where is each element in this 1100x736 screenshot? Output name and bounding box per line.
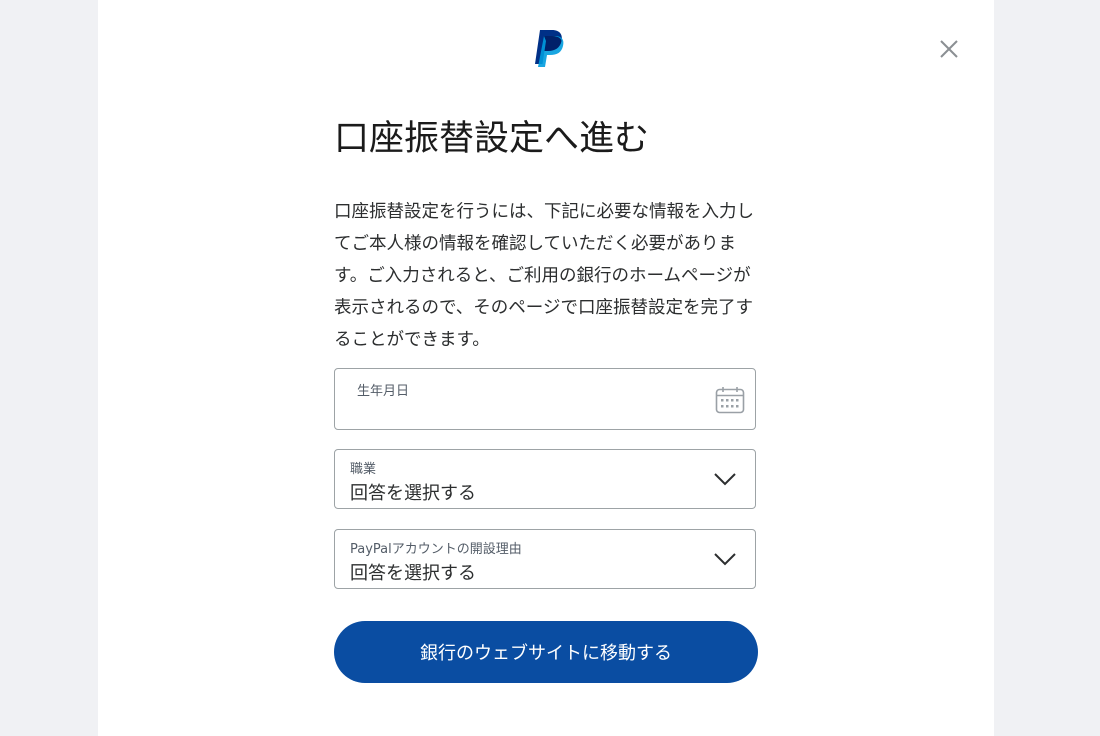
dialog-panel: 口座振替設定へ進む 口座振替設定を行うには、下記に必要な情報を入力してご本人様の… [98, 0, 994, 736]
close-icon[interactable] [936, 36, 962, 62]
occupation-label: 職業 [350, 462, 377, 477]
birthdate-label: 生年月日 [357, 384, 410, 399]
occupation-select[interactable]: 職業 回答を選択する [334, 449, 756, 509]
dialog-description: 口座振替設定を行うには、下記に必要な情報を入力してご本人様の情報を確認していただ… [334, 202, 754, 350]
reason-select[interactable]: PayPalアカウントの開設理由 回答を選択する [334, 529, 756, 589]
calendar-icon[interactable] [715, 386, 745, 414]
dialog-title: 口座振替設定へ進む [334, 119, 650, 159]
chevron-down-icon[interactable] [713, 472, 737, 486]
reason-label: PayPalアカウントの開設理由 [350, 542, 522, 557]
paypal-logo [535, 30, 564, 67]
reason-value: 回答を選択する [350, 563, 476, 584]
chevron-down-icon[interactable] [713, 552, 737, 566]
birthdate-field[interactable]: 生年月日 [334, 368, 756, 430]
go-to-bank-website-button[interactable]: 銀行のウェブサイトに移動する [334, 621, 758, 683]
occupation-value: 回答を選択する [350, 483, 476, 504]
